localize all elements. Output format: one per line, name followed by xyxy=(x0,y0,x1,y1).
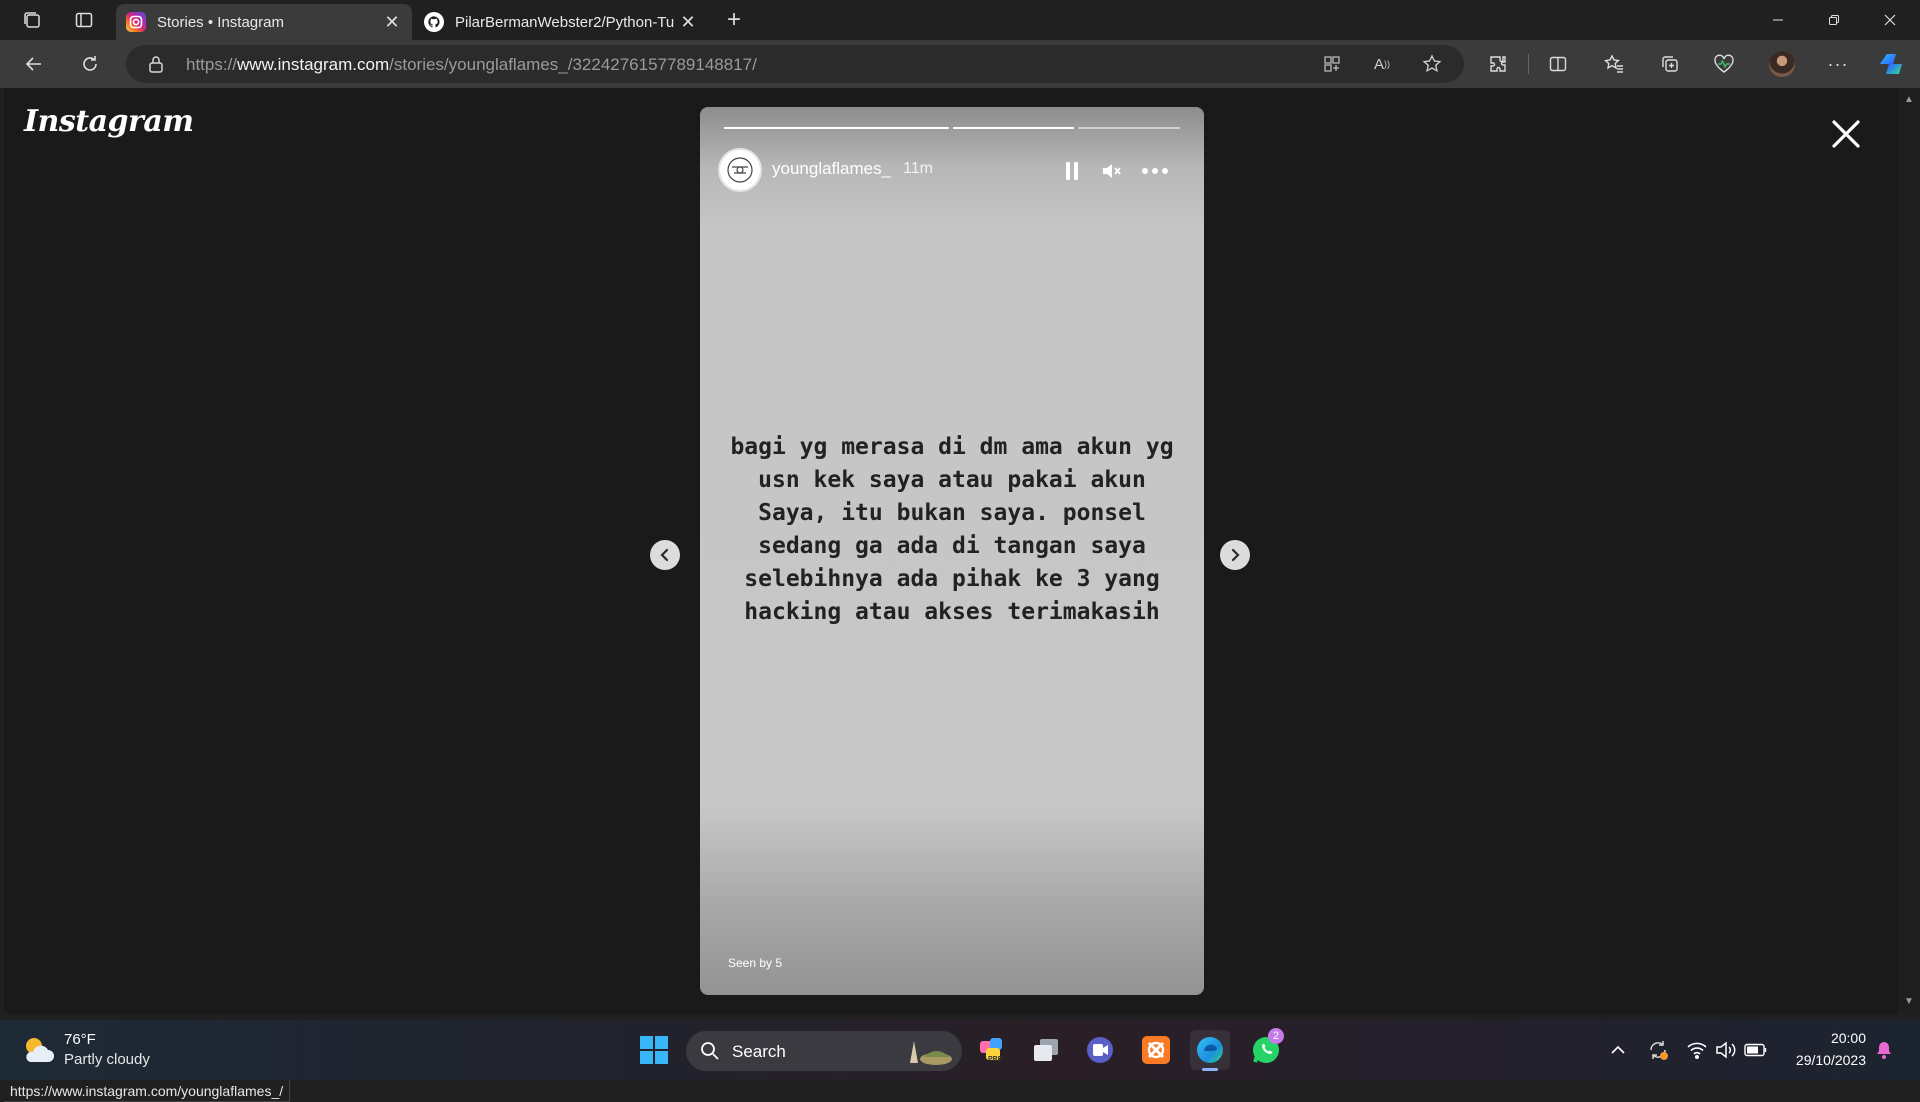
active-app-indicator xyxy=(1202,1068,1218,1071)
story-progress-bar xyxy=(724,127,949,129)
notification-bell-icon[interactable] xyxy=(1872,1038,1896,1062)
extensions-icon[interactable] xyxy=(1482,48,1514,80)
weather-description[interactable]: Partly cloudy xyxy=(64,1051,150,1068)
github-icon xyxy=(424,12,444,32)
app-available-icon[interactable] xyxy=(1320,52,1344,76)
copilot-icon[interactable]: PRE xyxy=(972,1030,1012,1070)
more-options-icon[interactable] xyxy=(1138,157,1172,185)
instagram-icon xyxy=(126,12,146,32)
pause-icon[interactable] xyxy=(1058,157,1086,185)
minimize-icon[interactable] xyxy=(1750,0,1806,40)
browser-tab-strip: Stories • Instagram ✕ PilarBermanWebster… xyxy=(0,0,1920,40)
weather-temperature[interactable]: 76°F xyxy=(64,1031,96,1048)
seen-by-count[interactable]: Seen by 5 xyxy=(728,956,782,970)
page-viewport: Instagram younglaflames_ 11m bagi yg mer… xyxy=(4,88,1898,1102)
instagram-logo[interactable]: Instagram xyxy=(24,104,194,139)
tab-title: PilarBermanWebster2/Python-Tu xyxy=(455,13,675,31)
xampp-icon[interactable] xyxy=(1136,1030,1176,1070)
show-hidden-icons-chevron[interactable] xyxy=(1606,1038,1630,1062)
lock-icon[interactable] xyxy=(144,52,168,76)
restore-icon[interactable] xyxy=(1806,0,1862,40)
more-options-icon[interactable]: ··· xyxy=(1822,48,1854,80)
favorite-star-icon[interactable] xyxy=(1420,52,1444,76)
toolbar-divider xyxy=(1528,54,1529,74)
refresh-icon[interactable] xyxy=(74,48,106,80)
url-scheme: https:// xyxy=(186,55,238,74)
sync-icon[interactable] xyxy=(1646,1038,1670,1062)
search-label: Search xyxy=(732,1042,786,1061)
muted-speaker-icon[interactable] xyxy=(1098,157,1126,185)
close-story-icon[interactable] xyxy=(1830,118,1862,150)
url-host: www.instagram.com xyxy=(237,55,390,74)
next-story-button[interactable] xyxy=(1220,540,1250,570)
tab-actions-icon[interactable] xyxy=(72,8,96,32)
story-text-content: bagi yg merasa di dm ama akun yg usn kek… xyxy=(730,434,1174,625)
collections-icon[interactable] xyxy=(1654,48,1686,80)
whatsapp-icon[interactable]: 2 xyxy=(1246,1028,1286,1070)
story-progress-bar xyxy=(953,127,1074,129)
copilot-icon[interactable] xyxy=(1876,48,1908,80)
taskbar-search[interactable]: Search xyxy=(686,1031,962,1071)
scroll-down-icon[interactable]: ▼ xyxy=(1904,996,1914,1007)
task-view-icon[interactable] xyxy=(1026,1030,1066,1070)
story-user-avatar[interactable] xyxy=(718,148,762,192)
partly-cloudy-icon[interactable] xyxy=(20,1034,56,1066)
read-aloud-icon[interactable]: A)) xyxy=(1370,52,1394,76)
story-username[interactable]: younglaflames_ xyxy=(772,159,891,179)
svg-text:PRE: PRE xyxy=(988,1056,1003,1063)
story-timestamp: 11m xyxy=(903,160,933,177)
start-windows-icon[interactable] xyxy=(634,1030,674,1070)
close-window-icon[interactable] xyxy=(1862,0,1918,40)
search-highlight-image xyxy=(896,1035,954,1067)
teams-icon[interactable] xyxy=(1080,1030,1120,1070)
search-icon xyxy=(700,1041,720,1066)
previous-story-button[interactable] xyxy=(650,540,680,570)
tab-title: Stories • Instagram xyxy=(157,13,284,31)
story-progress-bar xyxy=(1078,127,1180,129)
url-text[interactable]: https://www.instagram.com/stories/youngl… xyxy=(186,55,757,75)
windows-taskbar: 76°F Partly cloudy Search PRE 2 20:00 29… xyxy=(0,1020,1920,1080)
browser-essentials-icon[interactable] xyxy=(1708,48,1740,80)
split-screen-icon[interactable] xyxy=(1542,48,1574,80)
workspaces-icon[interactable] xyxy=(20,8,44,32)
battery-icon[interactable] xyxy=(1744,1038,1768,1062)
tab-instagram-stories[interactable]: Stories • Instagram ✕ xyxy=(116,4,412,40)
scroll-up-icon[interactable]: ▲ xyxy=(1904,94,1914,105)
back-icon[interactable] xyxy=(18,48,50,80)
close-tab-icon[interactable]: ✕ xyxy=(382,12,402,32)
tab-github[interactable]: PilarBermanWebster2/Python-Tu ✕ xyxy=(414,4,708,40)
clock-date[interactable]: 29/10/2023 xyxy=(1770,1052,1866,1068)
address-bar[interactable]: https://www.instagram.com/stories/youngl… xyxy=(126,45,1464,83)
browser-toolbar: https://www.instagram.com/stories/youngl… xyxy=(0,40,1920,88)
new-tab-icon[interactable]: + xyxy=(722,6,746,33)
favorites-icon[interactable] xyxy=(1598,48,1630,80)
close-tab-icon[interactable]: ✕ xyxy=(678,12,698,32)
page-scrollbar[interactable]: ▲ ▼ xyxy=(1898,88,1920,1014)
profile-avatar[interactable] xyxy=(1766,48,1798,80)
story-viewer[interactable]: younglaflames_ 11m bagi yg merasa di dm … xyxy=(700,107,1204,995)
status-bar-url: https://www.instagram.com/younglaflames_… xyxy=(4,1078,291,1102)
url-path: /stories/younglaflames_/3224276157789148… xyxy=(389,55,757,74)
volume-icon[interactable] xyxy=(1714,1038,1738,1062)
edge-icon[interactable] xyxy=(1190,1030,1230,1071)
wifi-icon[interactable] xyxy=(1685,1038,1709,1062)
notification-badge: 2 xyxy=(1268,1028,1284,1044)
clock-time[interactable]: 20:00 xyxy=(1810,1030,1866,1046)
